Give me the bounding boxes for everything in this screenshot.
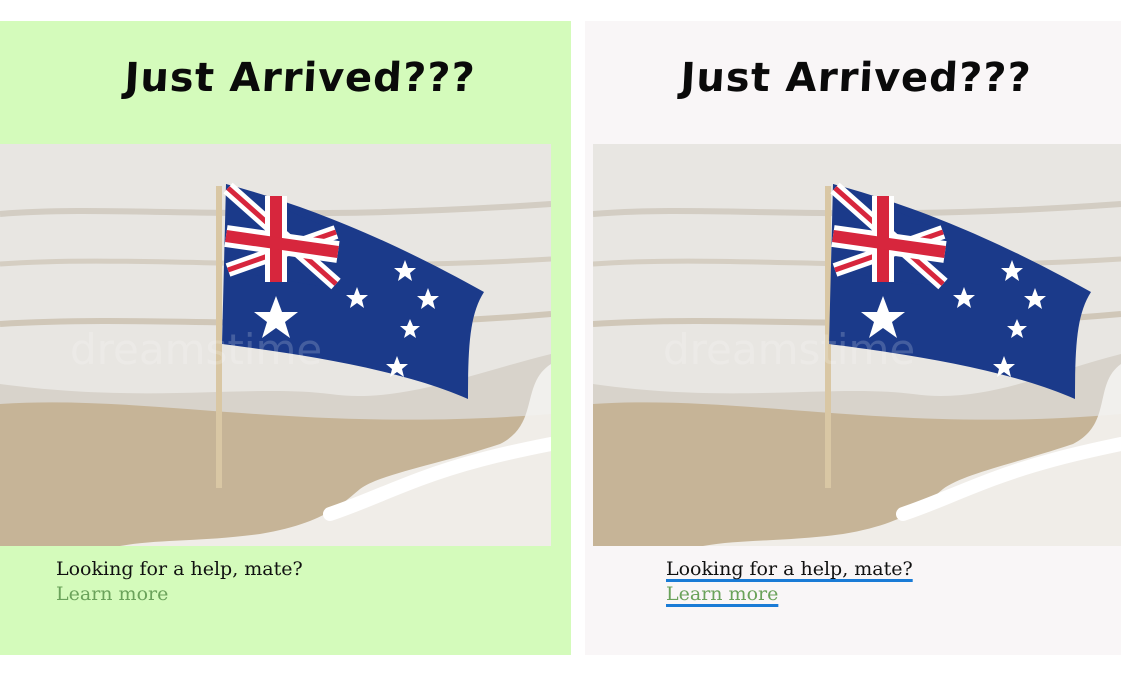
card-caption: Looking for a help, mate? <box>666 558 913 580</box>
beach-flag-image: dreamstime <box>593 144 1121 546</box>
beach-flag-image: dreamstime <box>0 144 551 546</box>
learn-more-link[interactable]: Learn more <box>56 583 168 605</box>
card-caption: Looking for a help, mate? <box>56 558 303 580</box>
promo-card-right: Just Arrived??? dreamstime Looking for a… <box>585 21 1121 655</box>
promo-card-left: Just Arrived??? dreamstime Looking for a… <box>0 21 571 655</box>
watermark-text: dreamstime <box>70 325 322 374</box>
australian-flag-photo: dreamstime <box>593 144 1121 546</box>
learn-more-link[interactable]: Learn more <box>666 583 778 605</box>
card-title: Just Arrived??? <box>123 55 477 101</box>
card-title: Just Arrived??? <box>679 55 1033 101</box>
watermark-text: dreamstime <box>663 325 915 374</box>
australian-flag-photo: dreamstime <box>0 144 551 546</box>
